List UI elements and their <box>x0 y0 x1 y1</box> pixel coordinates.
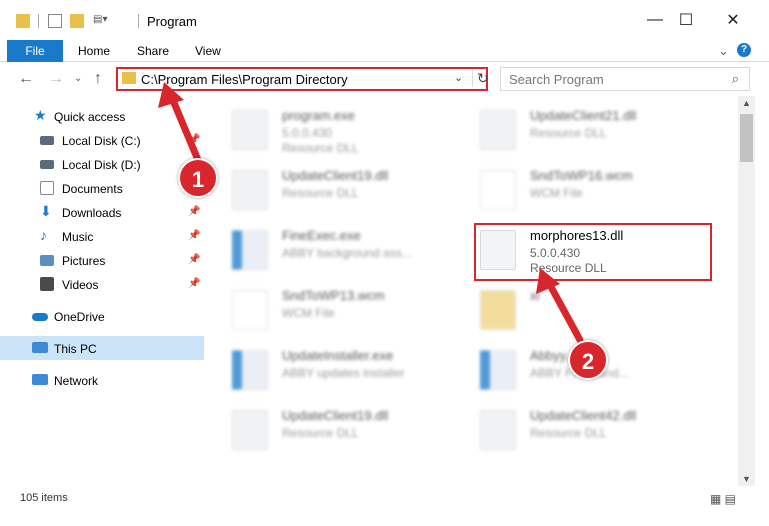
arrow-2-shaft <box>546 281 584 344</box>
step-1-badge: 1 <box>178 158 218 198</box>
step-2-badge: 2 <box>568 340 608 380</box>
arrow-1-shaft <box>168 94 202 164</box>
annotation-arrows <box>158 82 584 344</box>
